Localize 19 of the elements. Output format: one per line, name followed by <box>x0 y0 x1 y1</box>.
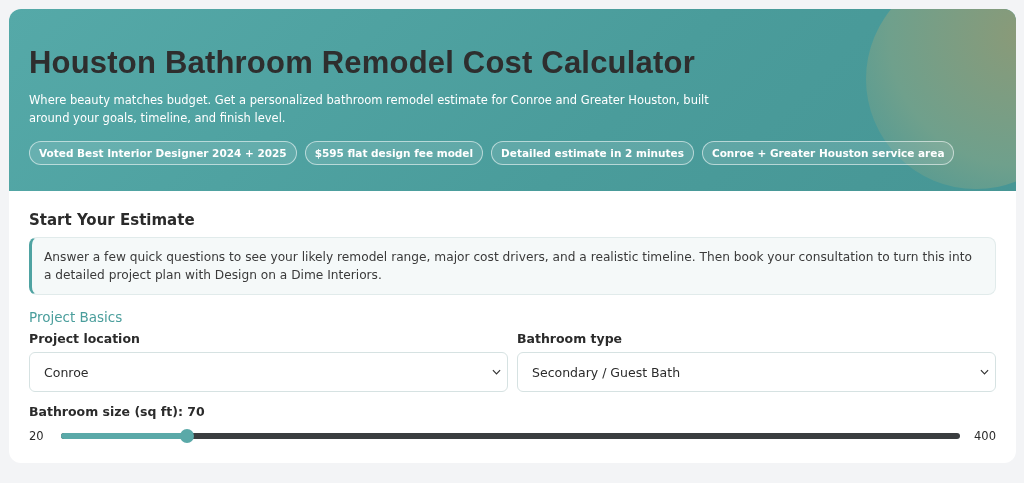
section-heading: Start Your Estimate <box>29 211 196 229</box>
slider-thumb[interactable] <box>179 429 194 443</box>
page-title: Houston Bathroom Remodel Cost Calculator <box>29 45 696 81</box>
slider-max-label: 400 <box>974 429 996 443</box>
chevron-down-icon <box>980 369 989 375</box>
feature-badge: $595 flat design fee model <box>304 141 484 165</box>
hero-subtitle: Where beauty matches budget. Get a personalized bathroom remodel estimate for Conroe and Greater Houston, built around your goals, timeline, and finish level. <box>29 92 710 127</box>
dropdown-field[interactable]: Conroe <box>29 352 508 392</box>
field-label: Bathroom type <box>517 331 624 346</box>
feature-badge: Voted Best Interior Designer 2024 + 2025 <box>29 141 297 165</box>
intro-callout: Answer a few quick questions to see your likely remodel range, major cost drivers, and a realistic timeline. Then book your consultation to turn this into a detailed project plan with Design on a Dime Interiors. <box>29 237 996 295</box>
field-label: Project location <box>29 331 141 346</box>
slider-label: Bathroom size (sq ft): 70 <box>29 404 206 419</box>
feature-badge: Detailed estimate in 2 minutes <box>491 141 694 165</box>
slider-min-label: 20 <box>29 429 45 443</box>
feature-badge: Conroe + Greater Houston service area <box>701 141 955 165</box>
dropdown-field[interactable]: Secondary / Guest Bath <box>517 352 996 392</box>
chevron-down-icon <box>492 369 501 375</box>
subsection-heading: Project Basics <box>29 309 124 325</box>
